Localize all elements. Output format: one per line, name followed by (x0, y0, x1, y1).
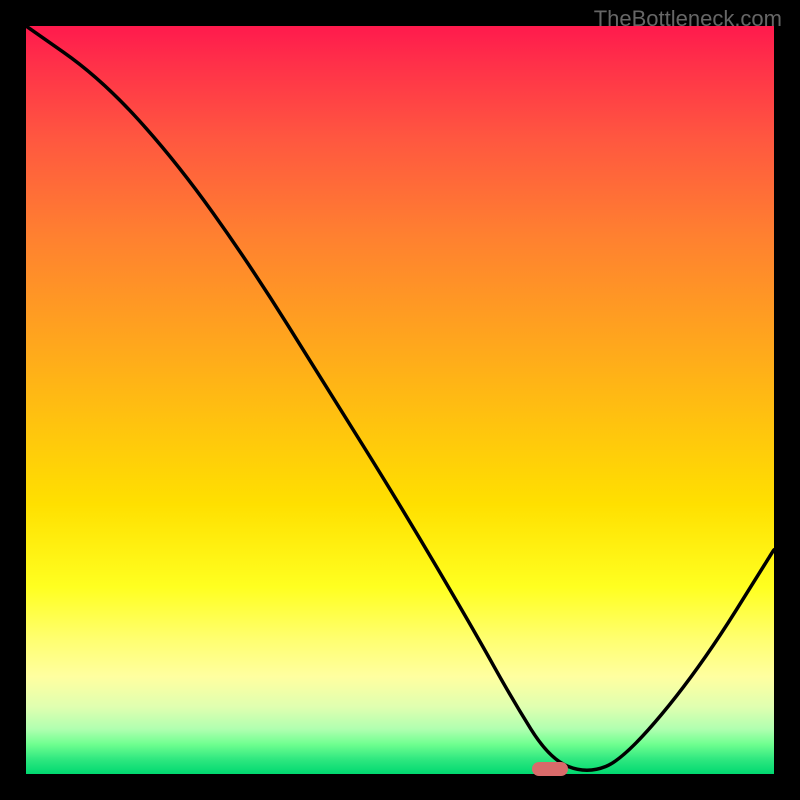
chart-svg (26, 26, 774, 774)
bottleneck-chart (26, 26, 774, 774)
bottleneck-curve-path (26, 26, 774, 770)
optimal-point-marker (532, 762, 568, 776)
watermark-text: TheBottleneck.com (594, 6, 782, 32)
